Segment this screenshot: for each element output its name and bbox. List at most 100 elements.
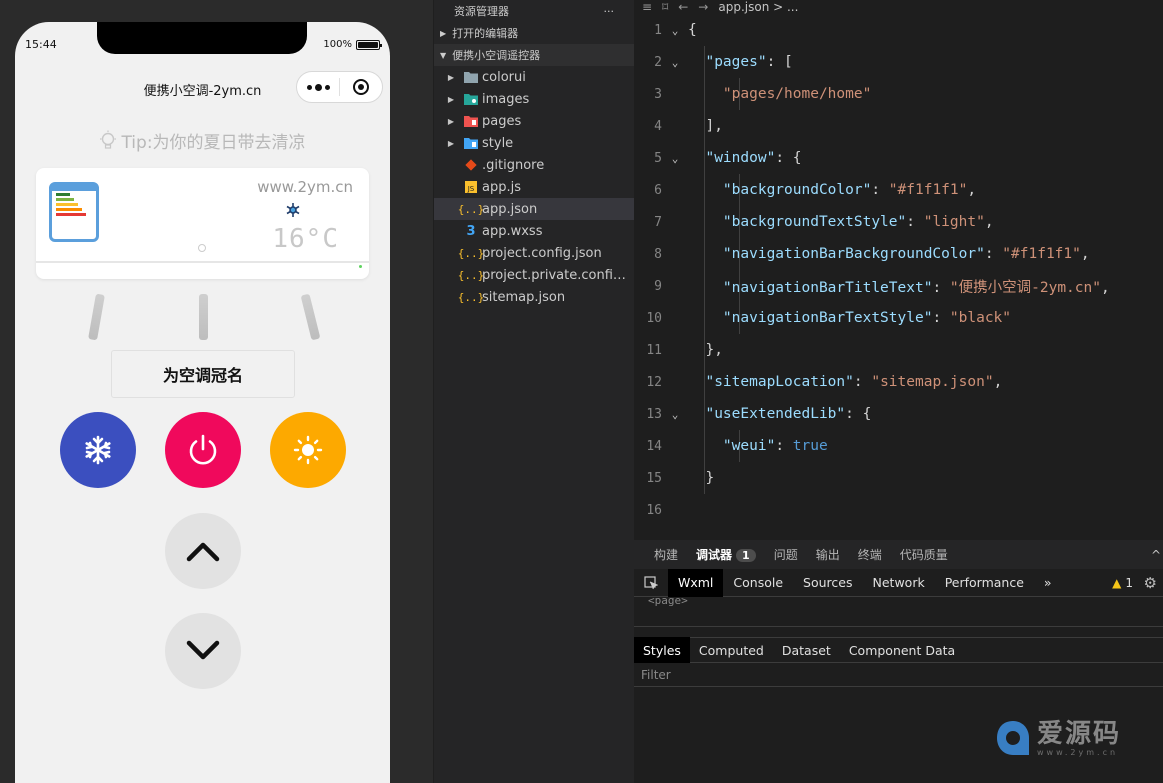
tab-debugger[interactable]: 调试器 1 [696,546,756,563]
fold-chevron-icon[interactable]: ⌄ [662,24,688,37]
line-number: 2 [654,54,662,70]
code-editor[interactable]: ≡ ⌑ ← → app.json > ... 1 ⌄{2 ⌄ "pages": [3… [634,0,1163,540]
tree-item-project-config-json[interactable]: {..} project.config.json [434,242,634,264]
tree-item-app-wxss[interactable]: 3 app.wxss [434,220,634,242]
tab-styles[interactable]: Styles [634,637,690,663]
temperature-down-button[interactable] [165,613,241,689]
code-line[interactable]: 2 ⌄ "pages": [ [634,46,1163,78]
temperature-up-button[interactable] [165,513,241,589]
code-text: "navigationBarTitleText": "便携小空调-2ym.cn"… [722,279,1110,296]
cold-mode-button[interactable] [60,412,136,488]
ac-website-text: www.2ym.cn [257,178,353,196]
close-target-icon[interactable] [340,79,382,95]
tab-problems[interactable]: 问题 [774,546,798,563]
json-icon: {..} [457,290,485,304]
tab-console[interactable]: Console [723,569,793,597]
tree-item-colorui[interactable]: ▶ colorui [434,66,634,88]
breadcrumb[interactable]: app.json > ... [718,0,798,14]
chevron-down-icon [186,640,220,660]
project-section[interactable]: ▼ 便携小空调遥控器 [434,44,634,66]
status-time: 15:44 [25,38,57,51]
tab-build[interactable]: 构建 [654,546,678,563]
file-tree: ▶ colorui ▶ images ▶ pages ▶ style .gitignore JS a… [434,66,634,308]
styles-filter-input[interactable]: Filter [634,663,1163,687]
open-editors-section[interactable]: ▶ 打开的编辑器 [434,22,634,44]
tab-code-quality[interactable]: 代码质量 [900,546,948,563]
code-text: } [705,470,715,486]
code-line[interactable]: 13 ⌄ "useExtendedLib": { [634,398,1163,430]
tree-item-sitemap-json[interactable]: {..} sitemap.json [434,286,634,308]
bookmark-icon[interactable]: ⌑ [662,0,668,14]
svg-text:JS: JS [467,185,475,193]
collapse-panel-icon[interactable]: ^ [1151,548,1161,562]
watermark-logo-icon [996,721,1029,755]
tree-item-label: app.wxss [482,223,543,239]
code-line[interactable]: 3 "pages/home/home" [634,78,1163,110]
tab-sources[interactable]: Sources [793,569,862,597]
warning-count: 1 [1125,575,1133,590]
tree-item--gitignore[interactable]: .gitignore [434,154,634,176]
pages-folder-icon [460,115,482,127]
code-line[interactable]: 15 } [634,462,1163,494]
code-line[interactable]: 7 "backgroundTextStyle": "light", [634,206,1163,238]
explorer-more-button[interactable]: ··· [604,5,615,18]
code-line[interactable]: 9 "navigationBarTitleText": "便携小空调-2ym.c… [634,270,1163,302]
fold-chevron-icon[interactable]: ⌄ [662,152,688,165]
tab-network[interactable]: Network [863,569,935,597]
wxml-line[interactable]: <page> [648,597,688,607]
settings-gear-icon[interactable]: ⚙ [1144,574,1157,592]
tree-item-pages[interactable]: ▶ pages [434,110,634,132]
code-line[interactable]: 1 ⌄{ [634,14,1163,46]
hamburger-icon[interactable]: ≡ [642,0,652,14]
tree-item-app-js[interactable]: JS app.js [434,176,634,198]
ac-vent-line [36,261,369,263]
fold-chevron-icon[interactable]: ⌄ [662,408,688,421]
tab-output[interactable]: 输出 [816,546,840,563]
tab-computed[interactable]: Computed [690,637,773,663]
code-text: "backgroundTextStyle": "light", [722,214,994,230]
wind-line-right [300,293,321,341]
code-line[interactable]: 14 "weui": true [634,430,1163,462]
more-dots-icon[interactable] [297,83,339,91]
capsule-menu[interactable] [296,71,383,103]
chevron-up-icon [186,542,220,562]
code-line[interactable]: 6 "backgroundColor": "#f1f1f1", [634,174,1163,206]
tab-component-data[interactable]: Component Data [840,637,964,663]
heat-mode-button[interactable] [270,412,346,488]
tree-item-label: colorui [482,69,526,85]
code-line[interactable]: 5 ⌄ "window": { [634,142,1163,174]
warning-indicator[interactable]: ▲ 1 [1112,576,1133,590]
tree-item-app-json[interactable]: {..} app.json [434,198,634,220]
tree-item-images[interactable]: ▶ images [434,88,634,110]
tree-item-style[interactable]: ▶ style [434,132,634,154]
inspect-element-icon[interactable] [634,569,668,597]
code-line[interactable]: 12 "sitemapLocation": "sitemap.json", [634,366,1163,398]
folder-icon [460,71,482,83]
name-ac-button[interactable]: 为空调冠名 [111,350,295,398]
code-line[interactable]: 8 "navigationBarBackgroundColor": "#f1f1… [634,238,1163,270]
ac-indicator-icon [198,244,206,252]
phone-frame: 15:44 100% 便携小空调-2ym.cn Tip:为你的夏日带去清凉 ww… [15,22,390,783]
back-arrow-icon[interactable]: ← [678,0,688,14]
tab-wxml[interactable]: Wxml [668,568,724,597]
fold-chevron-icon[interactable]: ⌄ [662,56,688,69]
code-line[interactable]: 4 ], [634,110,1163,142]
tab-terminal[interactable]: 终端 [858,546,882,563]
tree-item-label: app.js [482,179,521,195]
forward-arrow-icon[interactable]: → [698,0,708,14]
tree-item-label: pages [482,113,522,129]
code-line[interactable]: 16 [634,494,1163,526]
code-line[interactable]: 10 "navigationBarTextStyle": "black" [634,302,1163,334]
code-text: "pages": [ [705,54,793,70]
tab-performance[interactable]: Performance [935,569,1034,597]
more-tabs-icon[interactable]: » [1034,569,1062,597]
wxml-tree[interactable]: <page> [634,597,1163,627]
power-button[interactable] [165,412,241,488]
tab-dataset[interactable]: Dataset [773,637,840,663]
tree-item-project-private-config-js-[interactable]: {..} project.private.config.js... [434,264,634,286]
power-icon [189,434,217,465]
code-line[interactable]: 11 }, [634,334,1163,366]
file-explorer: 资源管理器 ··· ▶ 打开的编辑器 ▼ 便携小空调遥控器 ▶ colorui ▶ i… [434,0,634,783]
ac-temperature: 16°C [272,224,339,254]
code-text: "backgroundColor": "#f1f1f1", [722,182,977,198]
